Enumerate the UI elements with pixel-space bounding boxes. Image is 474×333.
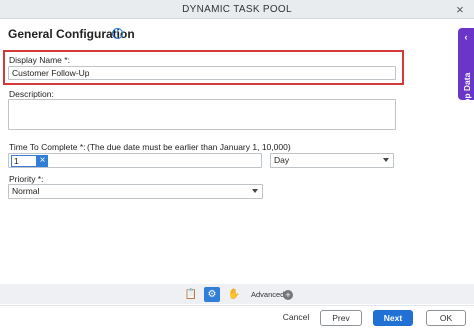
gear-icon[interactable]: ⚙	[204, 287, 220, 302]
cancel-button[interactable]: Cancel	[280, 310, 312, 326]
time-unit-value: Day	[274, 155, 290, 165]
priority-label: Priority *:	[9, 174, 44, 184]
window-titlebar: DYNAMIC TASK POOL ×	[0, 0, 474, 19]
priority-select[interactable]: Normal	[8, 184, 263, 199]
time-to-complete-input[interactable]: 1	[11, 155, 37, 167]
chevron-down-icon	[383, 158, 389, 162]
close-icon[interactable]: ×	[456, 0, 464, 19]
display-name-input[interactable]: Customer Follow-Up	[8, 66, 396, 80]
display-name-label: Display Name *:	[9, 55, 70, 65]
chevron-left-icon: ‹	[464, 32, 468, 42]
time-to-complete-label: Time To Complete *:	[9, 142, 86, 152]
hand-icon[interactable]: ✋	[226, 287, 242, 302]
app-data-tab[interactable]: ‹ App Data	[458, 28, 474, 110]
info-icon[interactable]: i	[112, 28, 123, 39]
next-button[interactable]: Next	[373, 310, 413, 326]
plus-icon[interactable]: +	[283, 290, 293, 300]
clipboard-icon[interactable]: 📋	[183, 287, 199, 302]
priority-value: Normal	[12, 186, 40, 196]
app-data-label: App Data	[462, 72, 472, 110]
description-textarea[interactable]	[8, 99, 396, 130]
ok-button[interactable]: OK	[426, 310, 466, 326]
advanced-label[interactable]: Advanced	[251, 290, 284, 299]
chevron-down-icon	[252, 189, 258, 193]
prev-button[interactable]: Prev	[320, 310, 362, 326]
window-title: DYNAMIC TASK POOL	[182, 4, 292, 15]
time-unit-select[interactable]: Day	[270, 153, 394, 168]
clear-icon[interactable]: ×	[37, 155, 48, 167]
time-to-complete-hint: (The due date must be earlier than Janua…	[87, 142, 291, 152]
description-label: Description:	[9, 89, 54, 99]
